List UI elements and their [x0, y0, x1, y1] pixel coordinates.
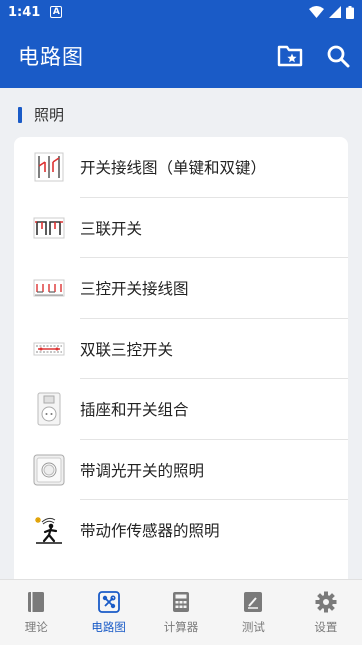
- app-actions: [266, 32, 362, 80]
- nav-label: 设置: [314, 620, 338, 634]
- circuit-icon: [97, 590, 121, 614]
- section-label: 照明: [34, 106, 65, 124]
- list-item-motion-sensor[interactable]: 带动作传感器的照明: [14, 500, 348, 561]
- bottom-navigation: 理论 电路图 计算器 测试 设置: [0, 579, 362, 645]
- section-header: 照明: [18, 104, 64, 125]
- triple-switch-icon: [32, 211, 66, 245]
- app-bar: 电路图: [0, 24, 362, 88]
- circuit-list-card: 开关接线图（单键和双键） 三联开关 三控开关接线图 双联三控开关 插座和开关组合…: [14, 137, 348, 597]
- book-icon: [24, 590, 48, 614]
- item-label: 带动作传感器的照明: [80, 522, 220, 541]
- calculator-icon: [169, 590, 193, 614]
- status-time: 1:41: [8, 4, 41, 20]
- search-button[interactable]: [314, 32, 362, 80]
- battery-icon: [346, 5, 354, 19]
- nav-test[interactable]: 测试: [217, 580, 289, 645]
- item-label: 开关接线图（单键和双键）: [80, 159, 267, 178]
- status-bar: 1:41 A: [0, 0, 362, 24]
- list-item-dimmer-switch[interactable]: 带调光开关的照明: [14, 440, 348, 501]
- item-label: 插座和开关组合: [80, 401, 189, 420]
- nav-theory[interactable]: 理论: [0, 580, 72, 645]
- gear-icon: [314, 590, 338, 614]
- nav-label: 计算器: [163, 620, 199, 634]
- nav-label: 理论: [24, 620, 48, 634]
- list-item-switch-wiring[interactable]: 开关接线图（单键和双键）: [14, 137, 348, 198]
- list-item-socket-switch[interactable]: 插座和开关组合: [14, 379, 348, 440]
- nav-circuits[interactable]: 电路图: [72, 580, 144, 645]
- favorites-button[interactable]: [266, 32, 314, 80]
- dimmer-switch-icon: [32, 453, 66, 487]
- list-item-triple-switch[interactable]: 三联开关: [14, 198, 348, 259]
- nav-label: 电路图: [91, 620, 126, 634]
- switch-wiring-icon: [32, 150, 66, 184]
- wifi-icon: [309, 6, 324, 18]
- section-accent-bar: [18, 106, 22, 123]
- list-item-double-three-control[interactable]: 双联三控开关: [14, 319, 348, 380]
- list-item-three-way-switch[interactable]: 三控开关接线图: [14, 258, 348, 319]
- app-title: 电路图: [18, 45, 84, 69]
- item-label: 带调光开关的照明: [80, 461, 205, 480]
- nav-settings[interactable]: 设置: [290, 580, 362, 645]
- item-label: 三联开关: [80, 219, 143, 238]
- item-label: 双联三控开关: [80, 340, 174, 359]
- double-three-control-icon: [32, 332, 66, 366]
- item-label: 三控开关接线图: [80, 280, 189, 299]
- notification-icon: A: [50, 6, 63, 18]
- test-icon: [241, 590, 265, 614]
- search-icon: [327, 45, 350, 68]
- nav-calculator[interactable]: 计算器: [145, 580, 217, 645]
- motion-sensor-icon: [32, 513, 66, 547]
- nav-label: 测试: [241, 620, 265, 634]
- folder-star-icon: [277, 45, 303, 67]
- socket-switch-icon: [32, 392, 66, 426]
- three-way-switch-icon: [32, 271, 66, 305]
- signal-icon: [329, 6, 341, 18]
